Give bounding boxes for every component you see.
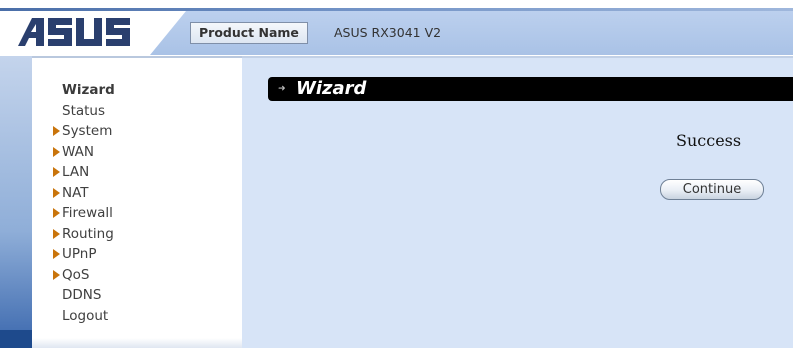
expand-arrow-icon <box>53 187 60 198</box>
expand-arrow-icon <box>53 167 60 177</box>
expand-arrow-icon <box>53 269 60 280</box>
sidebar-item-label: System <box>62 123 113 139</box>
product-name-label: Product Name <box>190 22 308 44</box>
header-top-line <box>0 8 793 11</box>
asus-logo <box>18 18 130 46</box>
sidebar-top-divider <box>32 56 242 58</box>
sidebar-item-label: LAN <box>62 164 90 180</box>
sidebar-item-label: Wizard <box>62 82 115 98</box>
expand-arrow-icon <box>53 228 60 239</box>
sidebar-bottom-shade <box>32 338 242 348</box>
sidebar-item-lan[interactable]: LAN <box>46 162 115 183</box>
sidebar-item-upnp[interactable]: UPnP <box>46 244 115 265</box>
expand-arrow-icon <box>53 126 60 136</box>
sidebar-item-label: Logout <box>62 307 109 324</box>
sidebar-item-wan[interactable]: WAN <box>46 142 115 163</box>
sidebar-item-system[interactable]: System <box>46 121 115 142</box>
sidebar-item-label: NAT <box>62 184 89 201</box>
status-message: Success <box>676 131 742 150</box>
continue-button[interactable]: Continue <box>660 179 764 200</box>
sidebar-item-label: UPnP <box>62 246 97 262</box>
sidebar-item-nat[interactable]: NAT <box>46 183 115 204</box>
sidebar-item-label: QoS <box>62 266 90 283</box>
sidebar-item-label: Routing <box>62 225 114 242</box>
content-top-divider <box>242 56 793 58</box>
sidebar-item-status[interactable]: Status <box>46 101 115 122</box>
sidebar-item-ddns[interactable]: DDNS <box>46 285 115 306</box>
sidebar-item-wizard[interactable]: Wizard <box>46 80 115 101</box>
expand-arrow-icon <box>53 208 60 218</box>
sidebar-item-label: WAN <box>62 143 94 160</box>
sidebar-item-logout[interactable]: Logout <box>46 306 115 327</box>
title-arrow-icon: ➜ <box>278 84 286 94</box>
sidebar-item-routing[interactable]: Routing <box>46 224 115 245</box>
page-title: Wizard <box>296 78 367 99</box>
expand-arrow-icon <box>53 249 60 259</box>
sidebar-item-label: DDNS <box>62 287 102 303</box>
sidebar-item-label: Firewall <box>62 205 113 221</box>
sidebar-nav: Wizard Status System WAN LAN NAT Firewal… <box>46 80 115 326</box>
left-decor-stripe <box>0 56 32 348</box>
sidebar-item-qos[interactable]: QoS <box>46 265 115 286</box>
sidebar-item-label: Status <box>62 102 106 119</box>
left-decor-stripe-bottom <box>0 330 32 348</box>
product-name-value: ASUS RX3041 V2 <box>334 25 442 40</box>
sidebar-item-firewall[interactable]: Firewall <box>46 203 115 224</box>
expand-arrow-icon <box>53 146 60 157</box>
